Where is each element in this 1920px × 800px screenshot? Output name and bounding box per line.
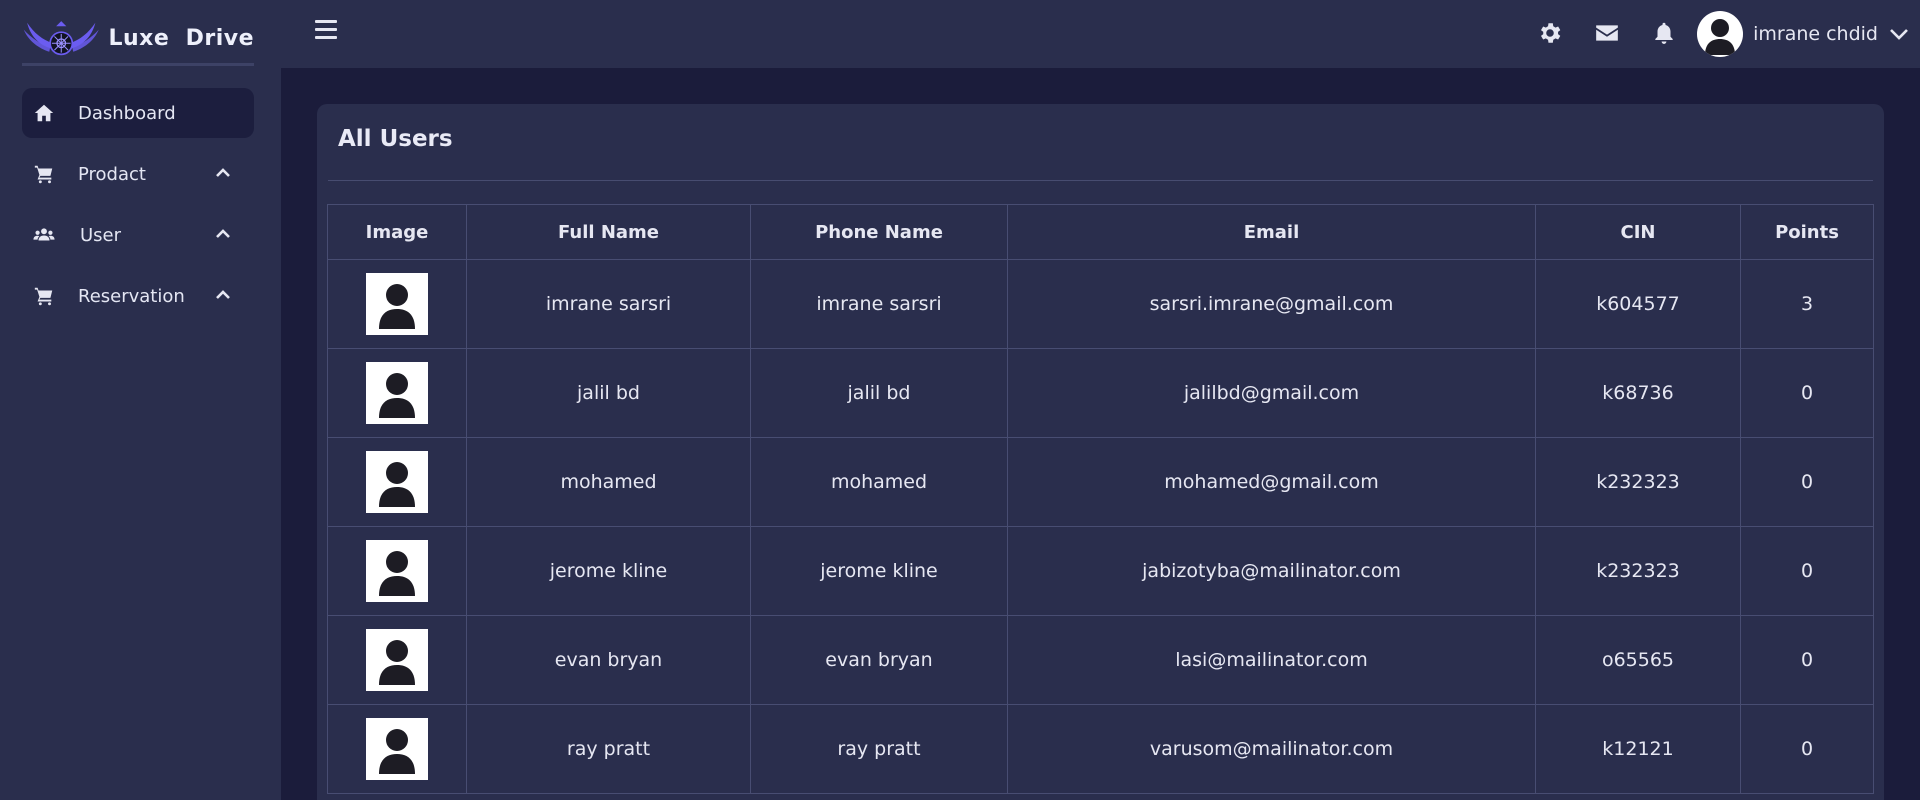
phone-name-cell: jerome kline bbox=[750, 526, 1008, 616]
topbar: imrane chdid bbox=[281, 0, 1920, 68]
sidebar-item-dashboard[interactable]: Dashboard bbox=[22, 88, 254, 138]
chevron-up-icon[interactable] bbox=[214, 225, 232, 243]
column-header-email: Email bbox=[1007, 204, 1536, 260]
chevron-up-icon[interactable] bbox=[214, 164, 232, 182]
user-avatar-icon bbox=[366, 362, 428, 424]
user-menu[interactable]: imrane chdid bbox=[1697, 10, 1910, 58]
cin-cell: k68736 bbox=[1535, 348, 1741, 438]
full-name-cell: jalil bd bbox=[466, 348, 751, 438]
chevron-down-icon[interactable] bbox=[1888, 23, 1910, 45]
phone-name-cell: imrane sarsri bbox=[750, 259, 1008, 349]
divider bbox=[328, 180, 1873, 181]
sidebar-nav: Dashboard Prodact User Reservation bbox=[22, 88, 254, 332]
page-title: All Users bbox=[338, 126, 453, 152]
user-avatar-icon bbox=[366, 629, 428, 691]
user-image-cell bbox=[327, 704, 467, 794]
cin-cell: k232323 bbox=[1535, 437, 1741, 527]
full-name-cell: jerome kline bbox=[466, 526, 751, 616]
table-row[interactable]: ray pratt ray pratt varusom@mailinator.c… bbox=[327, 704, 1874, 794]
sidebar-item-label: User bbox=[80, 224, 122, 246]
cin-cell: o65565 bbox=[1535, 615, 1741, 705]
email-cell: lasi@mailinator.com bbox=[1007, 615, 1536, 705]
sidebar-item-label: Prodact bbox=[78, 163, 146, 185]
table-row[interactable]: evan bryan evan bryan lasi@mailinator.co… bbox=[327, 615, 1874, 705]
user-name: imrane chdid bbox=[1753, 23, 1878, 45]
users-icon bbox=[32, 223, 56, 247]
points-cell: 0 bbox=[1740, 348, 1874, 438]
column-header-phone-name: Phone Name bbox=[750, 204, 1008, 260]
sidebar-item-label: Reservation bbox=[78, 285, 185, 307]
points-cell: 0 bbox=[1740, 437, 1874, 527]
sidebar-item-prodact[interactable]: Prodact bbox=[22, 149, 254, 199]
sidebar-item-reservation[interactable]: Reservation bbox=[22, 271, 254, 321]
points-cell: 0 bbox=[1740, 526, 1874, 616]
hamburger-icon[interactable] bbox=[315, 20, 337, 42]
user-avatar-icon bbox=[366, 540, 428, 602]
cin-cell: k12121 bbox=[1535, 704, 1741, 794]
winged-wheel-logo bbox=[23, 20, 99, 55]
cart-icon bbox=[32, 162, 56, 186]
gear-icon[interactable] bbox=[1537, 20, 1563, 46]
email-cell: sarsri.imrane@gmail.com bbox=[1007, 259, 1536, 349]
points-cell: 0 bbox=[1740, 704, 1874, 794]
home-icon bbox=[32, 101, 56, 125]
table-row[interactable]: jerome kline jerome kline jabizotyba@mai… bbox=[327, 526, 1874, 616]
user-image-cell bbox=[327, 259, 467, 349]
table-row[interactable]: mohamed mohamed mohamed@gmail.com k23232… bbox=[327, 437, 1874, 527]
cin-cell: k604577 bbox=[1535, 259, 1741, 349]
users-card: All Users Image Full Name Phone Name Ema… bbox=[317, 104, 1884, 800]
users-table-wrapper: Image Full Name Phone Name Email CIN Poi… bbox=[327, 204, 1874, 794]
email-cell: varusom@mailinator.com bbox=[1007, 704, 1536, 794]
mail-icon[interactable] bbox=[1594, 20, 1620, 46]
users-table-body: imrane sarsri imrane sarsri sarsri.imran… bbox=[327, 259, 1874, 794]
brand-name: Luxe Drive bbox=[108, 26, 254, 51]
bell-icon[interactable] bbox=[1651, 20, 1677, 46]
sidebar: Luxe Drive Dashboard Prodact User Reserv… bbox=[0, 0, 281, 800]
user-avatar-icon bbox=[366, 718, 428, 780]
full-name-cell: imrane sarsri bbox=[466, 259, 751, 349]
user-image-cell bbox=[327, 526, 467, 616]
email-cell: jabizotyba@mailinator.com bbox=[1007, 526, 1536, 616]
user-avatar-icon bbox=[1697, 11, 1744, 57]
email-cell: mohamed@gmail.com bbox=[1007, 437, 1536, 527]
column-header-points: Points bbox=[1740, 204, 1874, 260]
phone-name-cell: ray pratt bbox=[750, 704, 1008, 794]
sidebar-item-user[interactable]: User bbox=[22, 210, 254, 260]
points-cell: 0 bbox=[1740, 615, 1874, 705]
chevron-up-icon[interactable] bbox=[214, 286, 232, 304]
column-header-image: Image bbox=[327, 204, 467, 260]
email-cell: jalilbd@gmail.com bbox=[1007, 348, 1536, 438]
full-name-cell: mohamed bbox=[466, 437, 751, 527]
user-image-cell bbox=[327, 615, 467, 705]
cart-icon bbox=[32, 284, 56, 308]
table-header-row: Image Full Name Phone Name Email CIN Poi… bbox=[327, 204, 1874, 260]
full-name-cell: evan bryan bbox=[466, 615, 751, 705]
phone-name-cell: jalil bd bbox=[750, 348, 1008, 438]
cin-cell: k232323 bbox=[1535, 526, 1741, 616]
phone-name-cell: mohamed bbox=[750, 437, 1008, 527]
table-row[interactable]: jalil bd jalil bd jalilbd@gmail.com k687… bbox=[327, 348, 1874, 438]
column-header-full-name: Full Name bbox=[466, 204, 751, 260]
users-table: Image Full Name Phone Name Email CIN Poi… bbox=[327, 204, 1874, 794]
user-avatar-icon bbox=[366, 451, 428, 513]
user-image-cell bbox=[327, 348, 467, 438]
full-name-cell: ray pratt bbox=[466, 704, 751, 794]
user-image-cell bbox=[327, 437, 467, 527]
sidebar-item-label: Dashboard bbox=[78, 102, 176, 124]
brand-logo[interactable]: Luxe Drive bbox=[22, 14, 254, 66]
column-header-cin: CIN bbox=[1535, 204, 1741, 260]
app-root: Luxe Drive Dashboard Prodact User Reserv… bbox=[0, 0, 1920, 800]
points-cell: 3 bbox=[1740, 259, 1874, 349]
user-avatar-icon bbox=[366, 273, 428, 335]
phone-name-cell: evan bryan bbox=[750, 615, 1008, 705]
table-row[interactable]: imrane sarsri imrane sarsri sarsri.imran… bbox=[327, 259, 1874, 349]
